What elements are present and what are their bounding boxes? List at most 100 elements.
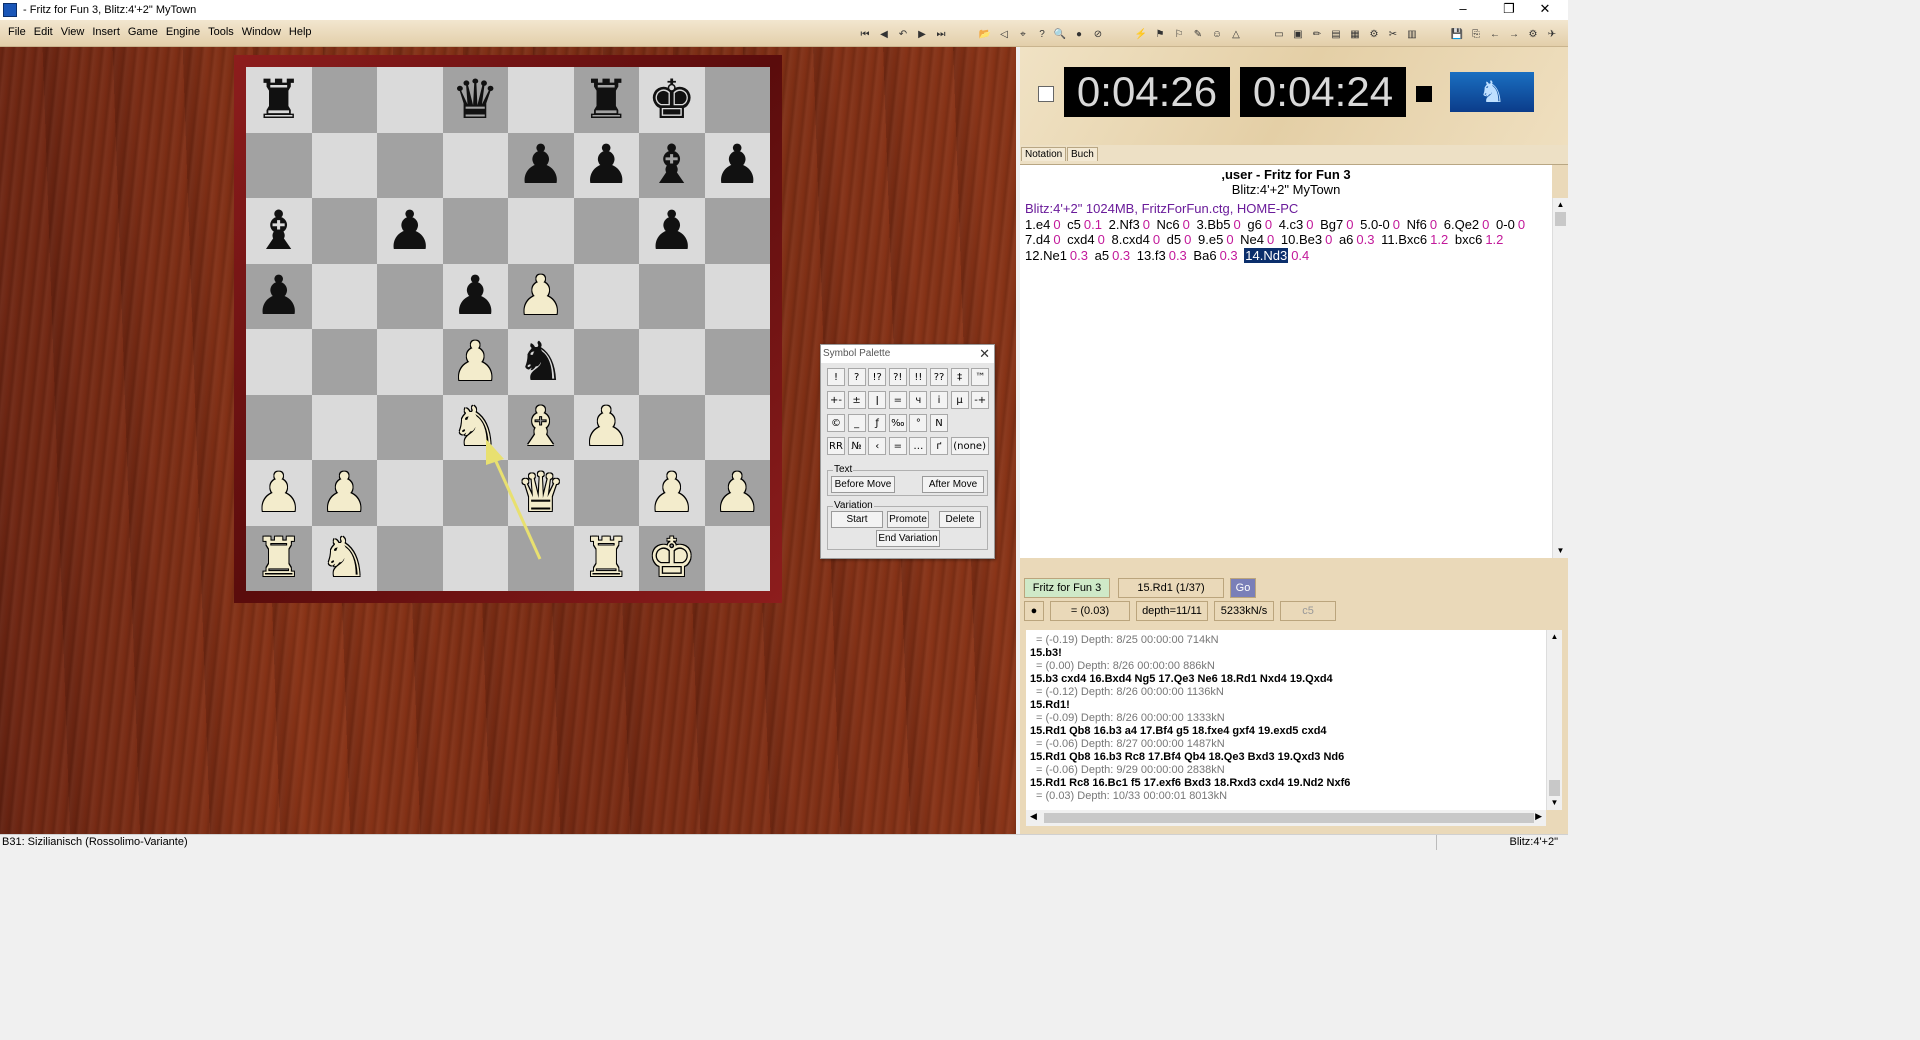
white-king-icon[interactable]: ♚ [639,526,705,592]
settings-icon[interactable]: ⚙ [1526,27,1540,41]
scroll-up-icon[interactable]: ▲ [1553,198,1568,212]
move[interactable]: d5 [1167,232,1181,247]
tool-icon[interactable]: ✂ [1386,27,1400,41]
square-b7[interactable] [311,132,377,198]
analysis-scroll-down-icon[interactable]: ▼ [1547,796,1562,810]
engine-toggle-icon[interactable]: ● [1024,601,1044,621]
square-d6[interactable] [442,198,508,264]
symbol-button[interactable]: !! [909,368,928,386]
move[interactable]: Bg7 [1320,217,1343,232]
symbol-button[interactable]: ° [909,414,928,432]
square-d1[interactable] [442,525,508,591]
white-pawn-icon[interactable]: ♟ [246,460,312,526]
symbol-button[interactable]: ? [847,368,866,386]
black-bishop-icon[interactable]: ♝ [639,133,705,199]
tab-buch[interactable]: Buch [1067,147,1098,161]
symbol-button[interactable]: ґ [930,437,948,455]
move[interactable]: 4.c3 [1279,217,1304,232]
blitz-icon[interactable]: ⚡ [1134,27,1148,41]
scroll-left-icon[interactable]: ◀ [1030,811,1037,822]
tab-notation[interactable]: Notation [1021,147,1067,161]
analysis-scroll-up-icon[interactable]: ▲ [1547,630,1562,644]
square-c4[interactable] [377,329,443,395]
symbol-button[interactable]: !? [868,368,887,386]
send-icon[interactable]: ✈ [1545,27,1559,41]
move[interactable]: 6.Qe2 [1444,217,1479,232]
move[interactable]: Ne4 [1240,232,1264,247]
move[interactable]: a6 [1339,232,1353,247]
move[interactable]: c5 [1067,217,1081,232]
move[interactable]: Nc6 [1157,217,1180,232]
menu-file[interactable]: File [4,26,30,38]
open-icon[interactable]: 📂 [978,27,992,41]
black-pawn-icon[interactable]: ♟ [377,198,443,264]
help-icon[interactable]: ? [1035,27,1049,41]
white-bishop-icon[interactable]: ♝ [508,395,574,461]
black-knight-icon[interactable]: ♞ [508,329,574,395]
last-move-icon[interactable]: ⏭ [934,27,948,41]
white-pawn-icon[interactable]: ♟ [705,460,771,526]
move[interactable]: 0-0 [1496,217,1515,232]
symbol-button[interactable]: ‹ [868,437,887,455]
square-g5[interactable] [639,263,705,329]
white-pawn-icon[interactable]: ♟ [639,460,705,526]
square-b5[interactable] [311,263,377,329]
square-c2[interactable] [377,460,443,526]
analysis-hscrollbar[interactable]: ◀ ▶ [1026,810,1546,826]
move[interactable]: bxc6 [1455,232,1482,247]
square-a7[interactable] [246,132,312,198]
black-pawn-icon[interactable]: ♟ [246,264,312,330]
move[interactable]: 12.Ne1 [1025,248,1067,263]
delete-variation-button[interactable]: Delete [939,511,981,528]
window-icon[interactable]: ▥ [1405,27,1419,41]
notation-scrollbar[interactable]: ▲ ▼ [1552,198,1568,558]
square-h1[interactable] [704,525,770,591]
move[interactable]: 9.e5 [1198,232,1223,247]
menu-window[interactable]: Window [238,26,285,38]
analysis-scroll-thumb[interactable] [1549,780,1560,796]
symbol-button[interactable]: = [888,391,907,409]
square-b4[interactable] [311,329,377,395]
square-b6[interactable] [311,198,377,264]
menu-game[interactable]: Game [124,26,162,38]
menu-insert[interactable]: Insert [88,26,124,38]
move[interactable]: Nf6 [1407,217,1427,232]
square-h6[interactable] [704,198,770,264]
square-h4[interactable] [704,329,770,395]
black-pawn-icon[interactable]: ♟ [443,264,509,330]
symbol-button[interactable]: № [847,437,866,455]
square-f4[interactable] [573,329,639,395]
red-flag-icon[interactable]: ⚐ [1172,27,1186,41]
pen-icon[interactable]: ✏ [1310,27,1324,41]
move[interactable]: a5 [1095,248,1109,263]
move[interactable]: 1.e4 [1025,217,1050,232]
black-pawn-icon[interactable]: ♟ [705,133,771,199]
symbol-button[interactable]: ǀ [868,391,887,409]
copy-icon[interactable]: ⎘ [1469,27,1483,41]
square-b8[interactable] [311,67,377,133]
move[interactable]: 3.Bb5 [1197,217,1231,232]
db-icon[interactable]: ▣ [1291,27,1305,41]
smiley-icon[interactable]: ☺ [1210,27,1224,41]
move[interactable]: 10.Be3 [1281,232,1322,247]
flip-icon[interactable]: ◁ [997,27,1011,41]
engine-analysis[interactable]: = (-0.19) Depth: 8/25 00:00:00 714kN 15.b… [1026,630,1546,810]
analysis-scrollbar[interactable]: ▲ ▼ [1546,630,1562,810]
black-bishop-icon[interactable]: ♝ [246,198,312,264]
move[interactable]: 2.Nf3 [1109,217,1140,232]
square-e8[interactable] [508,67,574,133]
symbol-button[interactable]: _ [847,414,866,432]
black-pawn-icon[interactable]: ♟ [639,198,705,264]
symbol-button[interactable]: ƒ [868,414,887,432]
symbol-button[interactable]: µ [950,391,969,409]
symbol-button[interactable]: ?? [930,368,948,386]
square-f5[interactable] [573,263,639,329]
symbol-button[interactable]: © [827,414,845,432]
edit-icon[interactable]: ✎ [1191,27,1205,41]
square-h5[interactable] [704,263,770,329]
table-icon[interactable]: ▤ [1329,27,1343,41]
symbol-button[interactable]: ™ [971,368,990,386]
grid-icon[interactable]: ▦ [1348,27,1362,41]
go-button[interactable]: Go [1230,578,1256,598]
chess-board[interactable]: ♜ ♛ ♜ ♚ ♟ ♟ ♝ ♟ ♝ ♟ ♟ ♟ ♟ ♟ ♟ ♞ ♞ ♝ ♟ ♟ ♟ ♛ ♟ ♟ ♜ ♞ ♜ ♚ [246,67,770,591]
